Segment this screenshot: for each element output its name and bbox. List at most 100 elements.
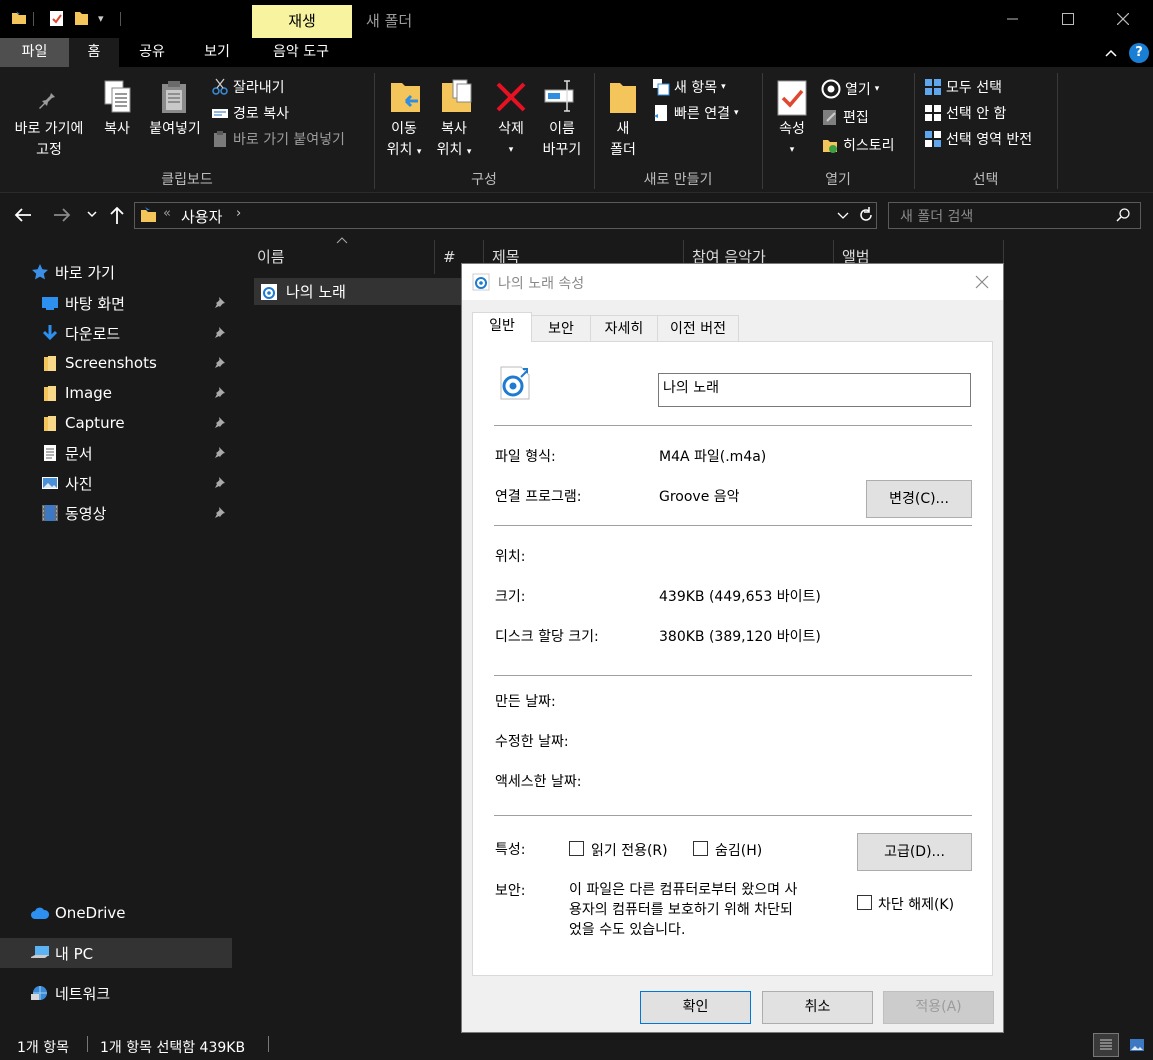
dialog-close-icon[interactable]: [975, 275, 989, 289]
nav-item-videos[interactable]: 동영상: [0, 498, 232, 528]
cancel-button[interactable]: 취소: [762, 991, 873, 1024]
new-folder-quick-icon[interactable]: [73, 9, 91, 27]
up-arrow-icon[interactable]: [108, 205, 126, 225]
forward-arrow-icon[interactable]: [52, 206, 72, 224]
edit-button[interactable]: 편집: [821, 107, 869, 127]
nav-item-documents[interactable]: 문서: [0, 438, 232, 468]
paste-button[interactable]: 붙여넣기: [143, 119, 207, 140]
refresh-icon[interactable]: [858, 206, 874, 224]
filename-input[interactable]: 나의 노래: [658, 373, 971, 407]
hidden-label[interactable]: 숨김(H): [715, 840, 762, 860]
nav-item-screenshots[interactable]: Screenshots: [0, 348, 232, 378]
pinned-icon[interactable]: [214, 326, 226, 338]
history-button[interactable]: 히스토리: [821, 135, 895, 155]
new-item-button[interactable]: 새 항목 ▾: [652, 77, 726, 97]
address-bar[interactable]: « 사용자 ›: [134, 202, 877, 229]
nav-item-capture[interactable]: Capture: [0, 408, 232, 438]
back-arrow-icon[interactable]: [13, 206, 33, 224]
file-row[interactable]: 나의 노래: [254, 278, 464, 305]
ribbon-tab-bar: 파일 홈 공유 보기 음악 도구 ?: [0, 38, 1153, 67]
breadcrumb-users[interactable]: 사용자: [181, 206, 222, 227]
details-view-icon[interactable]: [1093, 1033, 1119, 1057]
select-none-button[interactable]: 선택 안 함: [924, 103, 1006, 123]
large-icons-view-icon[interactable]: [1125, 1033, 1149, 1057]
easy-access-label: 빠른 연결: [674, 106, 730, 122]
maximize-button[interactable]: [1040, 0, 1096, 38]
collapse-ribbon-icon[interactable]: [1104, 38, 1124, 67]
copy-button[interactable]: 복사: [94, 119, 140, 140]
pinned-icon[interactable]: [214, 296, 226, 308]
paste-shortcut-button[interactable]: 바로 가기 붙여넣기: [211, 129, 345, 149]
tab-general[interactable]: 일반: [472, 312, 532, 342]
column-header-name[interactable]: 이름: [249, 240, 435, 274]
minimize-button[interactable]: [985, 0, 1041, 38]
rename-button[interactable]: 이름 바꾸기: [536, 119, 588, 161]
divider: [494, 815, 972, 816]
properties-quick-icon[interactable]: [48, 9, 66, 27]
pinned-icon[interactable]: [214, 386, 226, 398]
pinned-icon[interactable]: [214, 506, 226, 518]
search-box[interactable]: 새 폴더 검색: [888, 202, 1141, 229]
delete-button[interactable]: 삭제 ▾: [488, 119, 534, 161]
properties-button[interactable]: 속성 ▾: [770, 119, 814, 161]
tab-share[interactable]: 공유: [124, 38, 180, 67]
folder-app-icon: [10, 9, 28, 27]
open-button[interactable]: 열기 ▾: [821, 79, 879, 99]
selection-info: 1개 항목 선택함 439KB: [100, 1040, 246, 1056]
nav-network[interactable]: 네트워크: [0, 978, 232, 1008]
help-icon[interactable]: ?: [1129, 43, 1149, 63]
contextual-tab-play[interactable]: 재생: [252, 5, 352, 38]
nav-onedrive[interactable]: OneDrive: [0, 898, 232, 928]
apply-button[interactable]: 적용(A): [883, 991, 994, 1024]
easy-access-button[interactable]: 빠른 연결 ▾: [652, 103, 739, 123]
unblock-checkbox[interactable]: [857, 895, 872, 910]
pin-quick-access-button[interactable]: 바로 가기에 고정: [8, 119, 90, 161]
recent-locations-chevron-icon[interactable]: [86, 208, 98, 220]
ok-button[interactable]: 확인: [640, 991, 751, 1024]
security-message-line1: 이 파일은 다른 컴퓨터로부터 왔으며 사: [569, 882, 798, 898]
tab-security[interactable]: 보안: [531, 315, 591, 342]
address-dropdown-icon[interactable]: [837, 211, 849, 221]
accessed-label: 액세스한 날짜:: [495, 774, 582, 790]
tab-previous-versions[interactable]: 이전 버전: [657, 315, 739, 342]
pinned-icon[interactable]: [214, 446, 226, 458]
customize-dropdown-icon[interactable]: ▾: [98, 12, 104, 25]
copy-to-button[interactable]: 복사 위치 ▾: [430, 119, 478, 163]
advanced-button[interactable]: 고급(D)...: [857, 833, 972, 871]
pinned-icon[interactable]: [214, 476, 226, 488]
tab-home[interactable]: 홈: [69, 38, 119, 67]
nav-item-image[interactable]: Image: [0, 378, 232, 408]
invert-selection-button[interactable]: 선택 영역 반전: [924, 129, 1032, 149]
nav-item-pictures[interactable]: 사진: [0, 468, 232, 498]
tab-music-tools[interactable]: 음악 도구: [255, 38, 347, 67]
readonly-label[interactable]: 읽기 전용(R): [591, 840, 668, 860]
location-label: 위치:: [495, 549, 526, 565]
pinned-icon[interactable]: [214, 356, 226, 368]
breadcrumb-chevron-icon[interactable]: ›: [236, 206, 241, 221]
select-all-button[interactable]: 모두 선택: [924, 77, 1002, 97]
unblock-label[interactable]: 차단 해제(K): [878, 894, 954, 914]
tab-details[interactable]: 자세히: [590, 315, 658, 342]
close-window-button[interactable]: [1095, 0, 1151, 38]
overflow-chevron[interactable]: «: [163, 206, 171, 221]
nav-this-pc[interactable]: 내 PC: [0, 938, 232, 968]
new-folder-button[interactable]: 새 폴더: [600, 119, 646, 161]
nav-quick-access[interactable]: 바로 가기: [0, 257, 232, 287]
tab-view[interactable]: 보기: [186, 38, 248, 67]
search-placeholder[interactable]: 새 폴더 검색: [900, 206, 973, 226]
dropdown-arrow-icon: ▾: [416, 147, 422, 157]
easy-access-icon: [652, 104, 670, 122]
pinned-icon[interactable]: [214, 416, 226, 428]
copy-path-button[interactable]: 경로 복사: [211, 103, 289, 123]
search-icon[interactable]: [1116, 208, 1130, 222]
hidden-checkbox[interactable]: [693, 841, 708, 856]
nav-item-label: 사진: [65, 474, 93, 493]
move-to-button[interactable]: 이동 위치 ▾: [380, 119, 428, 163]
readonly-checkbox[interactable]: [569, 841, 584, 856]
nav-item-downloads[interactable]: 다운로드: [0, 318, 232, 348]
nav-item-desktop[interactable]: 바탕 화면: [0, 288, 232, 318]
change-button[interactable]: 변경(C)...: [866, 480, 972, 518]
cut-button[interactable]: 잘라내기: [211, 77, 285, 97]
tab-file[interactable]: 파일: [0, 38, 69, 67]
title-bar: ▾ 재생 새 폴더: [0, 0, 1153, 38]
